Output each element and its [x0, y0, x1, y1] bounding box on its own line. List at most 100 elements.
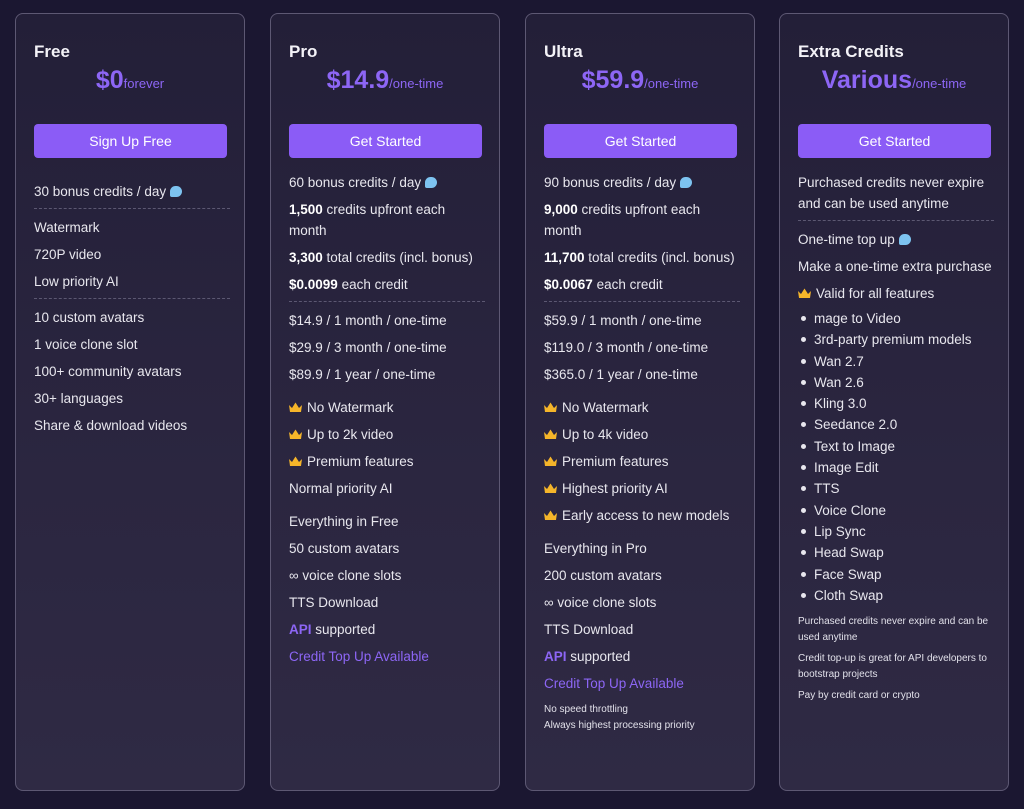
price-period: forever [123, 76, 165, 91]
feature-item: 720P video [34, 247, 102, 262]
one-time-topup: One-time top up [798, 229, 994, 250]
divider [289, 301, 485, 302]
price: $59.9/one-time [526, 66, 754, 95]
price: $0forever [16, 66, 244, 95]
get-started-button[interactable]: Get Started [798, 124, 991, 158]
plan-details: 90 bonus credits / day 9,000 credits upf… [544, 172, 740, 739]
total-credits: 11,700 total credits (incl. bonus) [544, 250, 735, 265]
feature-item: TTS Download [289, 595, 379, 610]
credit-topup-link[interactable]: Credit Top Up Available [289, 646, 485, 667]
premium-feature: Premium features [544, 451, 740, 472]
premium-feature: No Watermark [544, 397, 740, 418]
sign-up-free-button[interactable]: Sign Up Free [34, 124, 227, 158]
feature-item: ∞ voice clone slots [544, 595, 657, 610]
plan-name: Pro [289, 42, 318, 61]
price-amount: $59.9 [581, 66, 645, 94]
feature-item: 100+ community avatars [34, 364, 182, 379]
crown-icon [544, 429, 557, 439]
plan-details: 30 bonus credits / day Watermark 720P vi… [34, 181, 230, 442]
feature-item: Watermark [34, 220, 100, 235]
chat-bubble-icon[interactable] [898, 234, 911, 245]
get-started-button[interactable]: Get Started [289, 124, 482, 158]
list-item: mage to Video [798, 308, 994, 329]
api-link[interactable]: API [544, 649, 567, 664]
note: No speed throttling [544, 704, 628, 715]
list-item: Face Swap [798, 564, 994, 585]
price-per-credit: $0.0067 each credit [544, 277, 663, 292]
plan-details: 60 bonus credits / day 1,500 credits upf… [289, 172, 485, 673]
price-amount: $0 [95, 66, 124, 94]
note: Pay by credit card or crypto [798, 690, 920, 702]
price-amount: Various [821, 66, 913, 94]
note: Credit top-up is great for API developer… [798, 653, 987, 681]
feature-list: mage to Video 3rd-party premium models W… [798, 308, 994, 606]
list-item: Text to Image [798, 436, 994, 457]
feature-item: Everything in Pro [544, 541, 647, 556]
chat-bubble-icon[interactable] [170, 186, 183, 197]
premium-feature: Up to 2k video [289, 424, 485, 445]
premium-feature: Premium features [289, 451, 485, 472]
bonus-credits: 90 bonus credits / day [544, 172, 740, 193]
list-item: Image Edit [798, 457, 994, 478]
priority-feature: Normal priority AI [289, 481, 393, 496]
feature-item: 1 voice clone slot [34, 337, 138, 352]
crown-icon [798, 288, 811, 298]
list-item: Wan 2.7 [798, 351, 994, 372]
feature-item: Share & download videos [34, 418, 188, 433]
price-period: /one-time [644, 76, 699, 91]
credit-topup-link[interactable]: Credit Top Up Available [544, 673, 740, 694]
list-item: Lip Sync [798, 521, 994, 542]
feature-item: 200 custom avatars [544, 568, 662, 583]
list-item: Seedance 2.0 [798, 414, 994, 435]
price-period: /one-time [389, 76, 444, 91]
upfront-credits: 9,000 credits upfront each month [544, 202, 701, 238]
plan-name: Extra Credits [798, 42, 904, 61]
list-item: Head Swap [798, 542, 994, 563]
plan-card-pro: Pro $14.9/one-time Get Started 60 bonus … [270, 13, 500, 791]
divider [798, 220, 994, 221]
billing-option: $59.9 / 1 month / one-time [544, 313, 702, 328]
chat-bubble-icon[interactable] [680, 177, 693, 188]
plan-card-free: Free $0forever Sign Up Free 30 bonus cre… [15, 13, 245, 791]
billing-option: $14.9 / 1 month / one-time [289, 313, 447, 328]
crown-icon [544, 402, 557, 412]
valid-features: Valid for all features [798, 283, 994, 304]
premium-feature: Highest priority AI [544, 478, 740, 499]
divider [544, 301, 740, 302]
price: $14.9/one-time [271, 66, 499, 95]
price: Various/one-time [780, 66, 1008, 95]
upfront-credits: 1,500 credits upfront each month [289, 202, 446, 238]
feature-item: Low priority AI [34, 274, 119, 289]
plan-details: Purchased credits never expire and can b… [798, 172, 994, 709]
plan-name: Ultra [544, 42, 583, 61]
note: Always highest processing priority [544, 720, 695, 731]
feature-item: ∞ voice clone slots [289, 568, 402, 583]
price-amount: $14.9 [326, 66, 390, 94]
plan-card-extra-credits: Extra Credits Various/one-time Get Start… [779, 13, 1009, 791]
premium-feature: No Watermark [289, 397, 485, 418]
crown-icon [544, 510, 557, 520]
note: Purchased credits never expire and can b… [798, 616, 989, 644]
premium-feature: Up to 4k video [544, 424, 740, 445]
price-per-credit: $0.0099 each credit [289, 277, 408, 292]
billing-option: $119.0 / 3 month / one-time [544, 340, 709, 355]
crown-icon [289, 402, 302, 412]
chat-bubble-icon[interactable] [425, 177, 438, 188]
list-item: Wan 2.6 [798, 372, 994, 393]
premium-feature: Early access to new models [544, 505, 740, 526]
list-item: TTS [798, 478, 994, 499]
bonus-credits: 60 bonus credits / day [289, 172, 485, 193]
purchase-info: Make a one-time extra purchase [798, 259, 992, 274]
divider [34, 208, 230, 209]
plan-name: Free [34, 42, 70, 61]
price-period: /one-time [912, 76, 967, 91]
list-item: 3rd-party premium models [798, 329, 994, 350]
get-started-button[interactable]: Get Started [544, 124, 737, 158]
billing-option: $29.9 / 3 month / one-time [289, 340, 447, 355]
crown-icon [289, 456, 302, 466]
api-link[interactable]: API [289, 622, 312, 637]
divider [34, 298, 230, 299]
list-item: Cloth Swap [798, 585, 994, 606]
billing-option: $365.0 / 1 year / one-time [544, 367, 698, 382]
crown-icon [544, 483, 557, 493]
